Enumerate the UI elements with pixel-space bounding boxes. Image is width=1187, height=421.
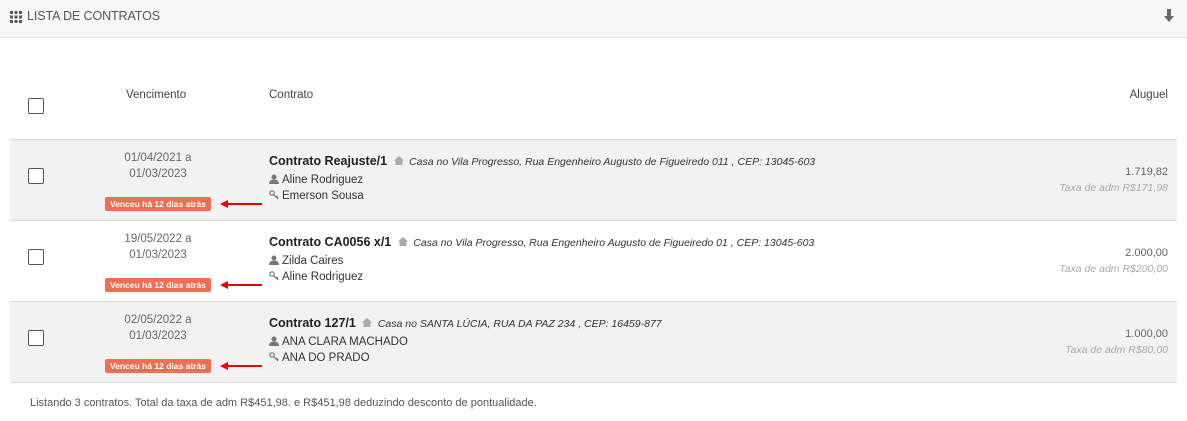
contract-title[interactable]: Contrato CA0056 x/1 Casa no Vila Progres…	[269, 235, 814, 249]
grid-icon	[10, 11, 22, 23]
user-icon	[269, 174, 279, 184]
date-end: 01/03/2023	[129, 249, 187, 261]
row-checkbox[interactable]	[28, 249, 44, 265]
overdue-badge: Venceu há 12 dias atrás	[105, 278, 211, 292]
owner-name: Zilda Caires	[282, 255, 344, 267]
key-icon	[269, 352, 279, 362]
date-end: 01/03/2023	[129, 330, 187, 342]
house-icon	[397, 237, 408, 246]
owner-name: Aline Rodriguez	[282, 174, 364, 186]
overdue-badge: Venceu há 12 dias atrás	[105, 197, 211, 211]
table-row: 02/05/2022 a 01/03/2023 Venceu há 12 dia…	[10, 302, 1177, 383]
overdue-badge: Venceu há 12 dias atrás	[105, 359, 211, 373]
tenant-name: Emerson Sousa	[282, 190, 364, 202]
owner-name: ANA CLARA MACHADO	[282, 336, 408, 348]
header-aluguel: Aluguel	[1129, 89, 1168, 101]
admin-fee: Taxa de adm R$171,98	[1059, 182, 1168, 194]
rent-value: 2.000,00	[1125, 247, 1168, 259]
contract-title[interactable]: Contrato 127/1 Casa no SANTA LÚCIA, RUA …	[269, 316, 662, 330]
date-end: 01/03/2023	[129, 168, 187, 180]
table-row: 19/05/2022 a 01/03/2023 Venceu há 12 dia…	[10, 221, 1177, 302]
tenant-name: Aline Rodriguez	[282, 271, 364, 283]
header-vencimento: Vencimento	[126, 89, 187, 101]
admin-fee: Taxa de adm R$80,00	[1065, 344, 1168, 356]
header-contrato: Contrato	[269, 89, 314, 101]
owner: Aline Rodriguez	[269, 174, 363, 186]
contract-name[interactable]: Contrato Reajuste/1	[269, 154, 387, 168]
red-arrow-icon	[220, 362, 262, 370]
tenant-name: ANA DO PRADO	[282, 352, 370, 364]
tenant: Emerson Sousa	[269, 190, 364, 202]
date-range: 01/04/2021 a 01/03/2023	[106, 150, 210, 182]
key-icon	[269, 190, 279, 200]
panel-title: LISTA DE CONTRATOS	[27, 9, 160, 23]
panel-header: LISTA DE CONTRATOS	[0, 0, 1187, 38]
date-start: 01/04/2021 a	[124, 152, 192, 164]
contract-name[interactable]: Contrato CA0056 x/1	[269, 235, 391, 249]
date-range: 19/05/2022 a 01/03/2023	[106, 231, 210, 263]
user-icon	[269, 336, 279, 346]
date-range: 02/05/2022 a 01/03/2023	[106, 312, 210, 344]
table-row: 01/04/2021 a 01/03/2023 Venceu há 12 dia…	[10, 140, 1177, 221]
rent-value: 1.719,82	[1125, 166, 1168, 178]
property-address: Casa no Vila Progresso, Rua Engenheiro A…	[409, 156, 816, 168]
summary-footer: Listando 3 contratos. Total da taxa de a…	[30, 397, 537, 409]
row-checkbox[interactable]	[28, 330, 44, 346]
property-address: Casa no SANTA LÚCIA, RUA DA PAZ 234 , CE…	[377, 318, 662, 330]
date-start: 19/05/2022 a	[124, 233, 192, 245]
tenant: Aline Rodriguez	[269, 271, 363, 283]
date-start: 02/05/2022 a	[124, 314, 192, 326]
download-arrow-icon[interactable]	[1163, 8, 1175, 24]
owner: Zilda Caires	[269, 255, 343, 267]
tenant: ANA DO PRADO	[269, 352, 370, 364]
rent-value: 1.000,00	[1125, 328, 1168, 340]
red-arrow-icon	[220, 281, 262, 289]
select-all-checkbox[interactable]	[28, 98, 44, 114]
row-checkbox[interactable]	[28, 168, 44, 184]
user-icon	[269, 255, 279, 265]
house-icon	[362, 318, 373, 327]
key-icon	[269, 271, 279, 281]
house-icon	[393, 156, 404, 165]
red-arrow-icon	[220, 200, 262, 208]
contract-title[interactable]: Contrato Reajuste/1 Casa no Vila Progres…	[269, 154, 815, 168]
owner: ANA CLARA MACHADO	[269, 336, 408, 348]
admin-fee: Taxa de adm R$200,00	[1059, 263, 1168, 275]
contract-name[interactable]: Contrato 127/1	[269, 316, 356, 330]
property-address: Casa no Vila Progresso, Rua Engenheiro A…	[413, 237, 815, 249]
table-header: Vencimento Contrato Aluguel	[10, 38, 1177, 140]
